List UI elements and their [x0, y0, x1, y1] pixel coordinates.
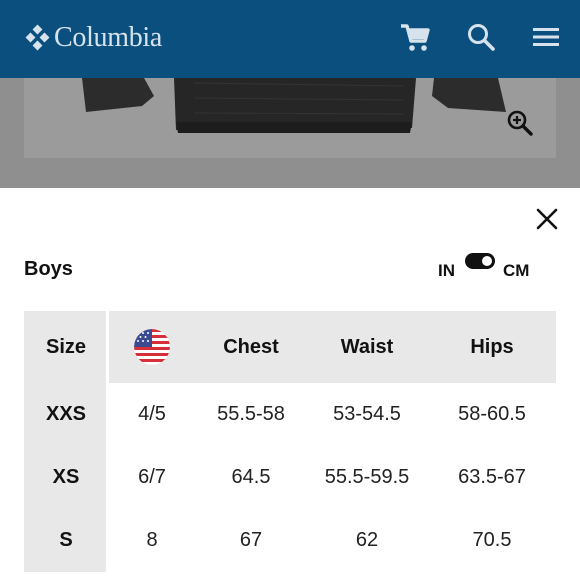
table-row: S 8 67 62 70.5	[24, 509, 556, 572]
search-icon[interactable]	[462, 18, 500, 56]
cart-icon[interactable]	[396, 18, 434, 56]
size-cell: S	[59, 529, 73, 551]
unit-label-in[interactable]: IN	[438, 261, 455, 281]
size-cell: XS	[52, 466, 80, 488]
hips-cell: 70.5	[472, 529, 512, 551]
size-table: Size Chest Waist Hips XXS 4/5 55.5-58 53…	[24, 311, 556, 572]
brand-logo[interactable]: Columbia	[24, 20, 162, 56]
column-header-waist: Waist	[340, 335, 394, 358]
chest-cell: 67	[239, 529, 263, 551]
us-flag-icon	[134, 329, 170, 365]
columbia-diamond-icon	[24, 24, 52, 52]
hips-cell: 58-60.5	[458, 403, 526, 425]
table-header-row: Size Chest Waist Hips	[24, 311, 556, 383]
chest-cell: 64.5	[231, 466, 271, 488]
us-size-cell: 6/7	[138, 466, 166, 488]
us-size-cell: 4/5	[138, 403, 166, 425]
unit-toggle[interactable]	[465, 253, 495, 269]
unit-label-cm[interactable]: CM	[503, 261, 529, 281]
waist-cell: 53-54.5	[333, 403, 401, 425]
menu-icon[interactable]	[527, 18, 565, 56]
table-row: XXS 4/5 55.5-58 53-54.5 58-60.5	[24, 383, 556, 446]
brand-name: Columbia	[54, 22, 163, 53]
site-header: Columbia	[0, 0, 580, 78]
column-header-hips: Hips	[470, 335, 514, 358]
hips-cell: 63.5-67	[458, 466, 526, 488]
product-image-overlay	[0, 78, 580, 188]
size-cell: XXS	[45, 403, 87, 425]
close-icon[interactable]	[533, 205, 561, 233]
size-chart-title: Boys	[24, 258, 73, 280]
column-header-size: Size	[45, 335, 87, 358]
chest-cell: 55.5-58	[217, 403, 285, 425]
waist-cell: 55.5-59.5	[324, 466, 410, 488]
table-row: XS 6/7 64.5 55.5-59.5 63.5-67	[24, 446, 556, 509]
zoom-in-icon[interactable]	[502, 105, 538, 141]
column-header-chest: Chest	[223, 335, 279, 358]
product-image	[24, 78, 556, 158]
us-size-cell: 8	[146, 529, 158, 551]
toggle-knob	[482, 256, 492, 266]
column-header-us[interactable]	[108, 329, 196, 365]
waist-cell: 62	[355, 529, 379, 551]
